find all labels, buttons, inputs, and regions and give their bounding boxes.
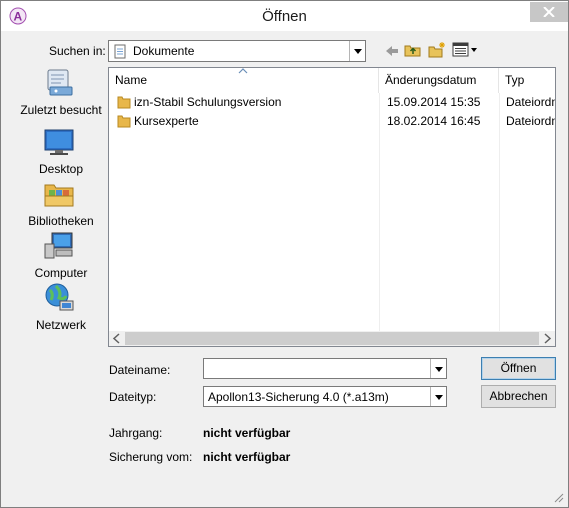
year-value: nicht verfügbar xyxy=(203,426,291,440)
chevron-down-icon[interactable] xyxy=(430,387,446,406)
title-bar[interactable]: A Öffnen xyxy=(1,1,568,31)
view-menu-icon[interactable] xyxy=(452,41,478,59)
file-type: Dateiordn xyxy=(506,95,556,109)
new-folder-icon[interactable] xyxy=(428,41,446,59)
look-in-value: Dokumente xyxy=(133,44,195,58)
place-network[interactable]: Netzwerk xyxy=(15,282,107,332)
libraries-icon xyxy=(44,184,74,207)
backup-date-value: nicht verfügbar xyxy=(203,450,291,464)
up-folder-icon[interactable] xyxy=(404,41,422,59)
filename-input[interactable] xyxy=(203,358,447,379)
back-arrow-icon[interactable] xyxy=(383,42,401,60)
place-label: Zuletzt besucht xyxy=(20,103,102,117)
documents-icon xyxy=(114,44,126,59)
place-label: Desktop xyxy=(38,162,84,176)
filetype-label: Dateityp: xyxy=(109,390,157,404)
open-button[interactable]: Öffnen xyxy=(481,357,556,380)
place-label: Computer xyxy=(34,266,88,280)
backup-date-label: Sicherung vom: xyxy=(109,450,193,464)
network-icon xyxy=(45,283,74,311)
filetype-value: Apollon13-Sicherung 4.0 (*.a13m) xyxy=(208,390,389,404)
column-header-date[interactable]: Änderungsdatum xyxy=(379,68,499,93)
cancel-button[interactable]: Abbrechen xyxy=(481,385,556,408)
recent-places-icon xyxy=(47,69,73,96)
place-desktop[interactable]: Desktop xyxy=(15,126,107,176)
folder-icon xyxy=(117,115,131,128)
file-list[interactable]: Name Änderungsdatum Typ izn-Stabil Schul… xyxy=(108,67,556,347)
place-libraries[interactable]: Bibliotheken xyxy=(15,178,107,228)
file-date: 18.02.2014 16:45 xyxy=(387,114,481,128)
computer-icon xyxy=(44,232,73,259)
desktop-icon xyxy=(44,129,74,155)
scrollbar-thumb[interactable] xyxy=(125,332,539,345)
year-label: Jahrgang: xyxy=(109,426,163,440)
column-header-type[interactable]: Typ xyxy=(499,68,555,93)
column-type-label: Typ xyxy=(505,73,525,87)
look-in-label: Suchen in: xyxy=(49,44,106,58)
chevron-down-icon[interactable] xyxy=(430,359,446,378)
filename-label: Dateiname: xyxy=(109,363,171,377)
filetype-dropdown[interactable]: Apollon13-Sicherung 4.0 (*.a13m) xyxy=(203,386,447,407)
close-icon xyxy=(543,7,555,17)
close-button[interactable] xyxy=(530,2,568,22)
file-row[interactable]: izn-Stabil Schulungsversion 15.09.2014 1… xyxy=(109,93,555,112)
place-computer[interactable]: Computer xyxy=(15,230,107,280)
folder-icon xyxy=(117,96,131,109)
scroll-left-icon[interactable] xyxy=(109,331,125,346)
file-row[interactable]: Kursexperte 18.02.2014 16:45 Dateiordn xyxy=(109,112,555,131)
places-bar: Zuletzt besucht Desktop Bibliotheken Com… xyxy=(15,67,107,347)
scroll-right-icon[interactable] xyxy=(539,331,555,346)
resize-grip-icon[interactable] xyxy=(552,491,564,503)
file-type: Dateiordn xyxy=(506,114,556,128)
column-name-label: Name xyxy=(115,73,148,87)
place-label: Netzwerk xyxy=(35,318,86,332)
sort-ascending-icon xyxy=(238,68,248,74)
file-date: 15.09.2014 15:35 xyxy=(387,95,481,109)
place-label: Bibliotheken xyxy=(28,214,94,228)
window-title: Öffnen xyxy=(262,8,307,25)
file-name: Kursexperte xyxy=(134,114,199,128)
chevron-down-icon[interactable] xyxy=(349,41,365,61)
open-dialog: A Öffnen Suchen in: Dokumente Zuletzt be… xyxy=(0,0,569,508)
place-recent[interactable]: Zuletzt besucht xyxy=(15,67,107,117)
look-in-dropdown[interactable]: Dokumente xyxy=(108,40,366,62)
column-date-label: Änderungsdatum xyxy=(385,73,477,87)
file-name: izn-Stabil Schulungsversion xyxy=(134,95,282,109)
horizontal-scrollbar[interactable] xyxy=(109,331,555,346)
